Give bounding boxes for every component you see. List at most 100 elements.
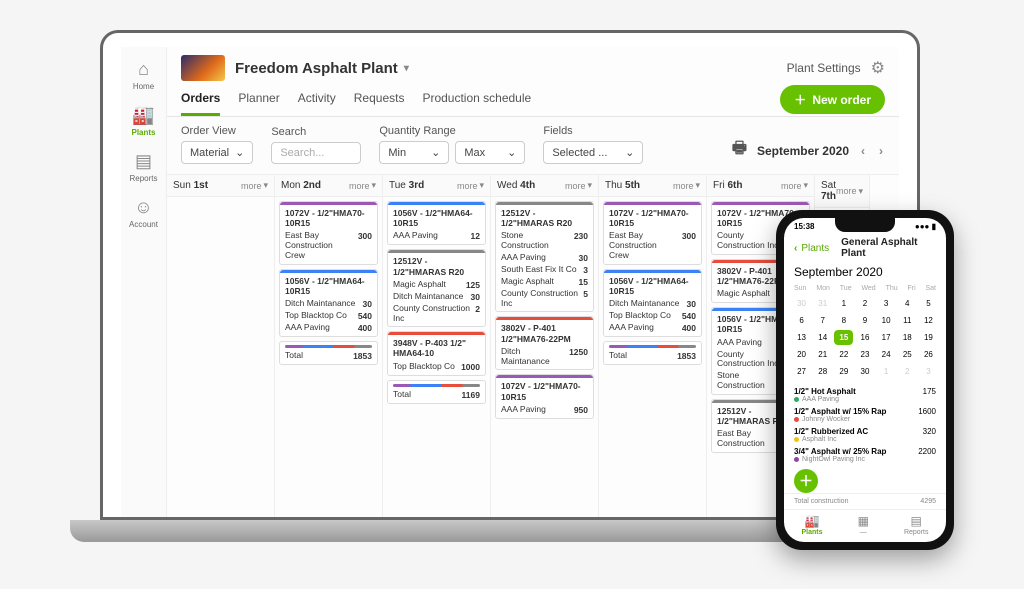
phone-nav-reports[interactable]: ▤Reports <box>904 514 929 536</box>
phone-cal-day[interactable]: 6 <box>792 313 811 328</box>
order-card[interactable]: 1072V - 1/2"HMA70-10R15East Bay Construc… <box>279 201 378 265</box>
day-more[interactable]: more ▾ <box>673 180 700 191</box>
phone-cal-day[interactable]: 18 <box>898 330 917 345</box>
print-icon[interactable]: 🖶 <box>732 137 747 164</box>
tab-orders[interactable]: Orders <box>181 83 220 116</box>
phone-cal-day[interactable]: 7 <box>813 313 832 328</box>
phone-cal-day[interactable]: 8 <box>834 313 853 328</box>
order-card[interactable]: 1056V - 1/2"HMA64-10R15AAA Paving12 <box>387 201 486 245</box>
tab-planner[interactable]: Planner <box>238 83 279 116</box>
phone-nav-middle[interactable]: ▦— <box>858 514 869 536</box>
phone-cal-day[interactable]: 5 <box>919 296 938 311</box>
phone-cal-day[interactable]: 10 <box>877 313 896 328</box>
phone-cal-day[interactable]: 3 <box>919 364 938 379</box>
search-input[interactable]: Search... <box>271 142 361 164</box>
phone-cal-day[interactable]: 13 <box>792 330 811 345</box>
phone-cal-day[interactable]: 24 <box>877 347 896 362</box>
chevron-down-icon: ⌄ <box>235 146 244 159</box>
phone-cal-day[interactable]: 21 <box>813 347 832 362</box>
order-card[interactable]: 1072V - 1/2"HMA70-10R15East Bay Construc… <box>603 201 702 265</box>
qty-min-select[interactable]: Min⌄ <box>379 141 449 164</box>
phone-cal-day[interactable]: 31 <box>813 296 832 311</box>
phone-list-item[interactable]: 1/2" Rubberized AC Asphalt Inc 320 <box>794 427 936 443</box>
order-card[interactable]: 12512V - 1/2"HMARAS R20Stone Constructio… <box>495 201 594 312</box>
phone-cal-day[interactable]: 27 <box>792 364 811 379</box>
chevron-down-icon: ▾ <box>263 180 268 191</box>
order-card[interactable]: 1072V - 1/2"HMA70-10R15AAA Paving950 <box>495 374 594 418</box>
phone-calendar-grid[interactable]: 3031123456789101112131415161718192021222… <box>792 294 938 383</box>
phone-cal-day[interactable]: 22 <box>834 347 853 362</box>
phone-cal-day[interactable]: 11 <box>898 313 917 328</box>
phone-cal-day[interactable]: 20 <box>792 347 811 362</box>
phone-list-item[interactable]: 1/2" Hot Asphalt AAA Paving 175 <box>794 387 936 403</box>
order-card[interactable]: 1056V - 1/2"HMA64-10R15Ditch Maintanance… <box>603 269 702 337</box>
day-more[interactable]: more ▾ <box>349 180 376 191</box>
phone-cal-day[interactable]: 23 <box>855 347 874 362</box>
new-order-button[interactable]: ＋ New order <box>780 85 885 114</box>
phone-add-button[interactable]: ＋ <box>794 469 818 493</box>
day-column: Wed 4th more ▾ 12512V - 1/2"HMARAS R20St… <box>491 175 599 517</box>
phone-cal-day[interactable]: 16 <box>855 330 874 345</box>
phone-cal-day[interactable]: 1 <box>877 364 896 379</box>
fields-select[interactable]: Selected ...⌄ <box>543 141 643 164</box>
phone-cal-day[interactable]: 28 <box>813 364 832 379</box>
tab-production-schedule[interactable]: Production schedule <box>422 83 531 116</box>
phone-list-item[interactable]: 3/4" Asphalt w/ 25% Rap NightOwl Paving … <box>794 447 936 463</box>
tab-activity[interactable]: Activity <box>298 83 336 116</box>
chevron-down-icon: ▾ <box>479 180 484 191</box>
day-more[interactable]: more ▾ <box>836 186 863 197</box>
plant-settings-link[interactable]: Plant Settings <box>787 61 861 75</box>
nav-home[interactable]: ⌂ Home <box>133 59 154 91</box>
prev-month[interactable]: ‹ <box>859 144 867 158</box>
order-card[interactable]: 1056V - 1/2"HMA64-10R15Ditch Maintanance… <box>279 269 378 337</box>
back-chevron-icon[interactable]: ‹ <box>794 243 797 254</box>
phone-cal-day[interactable]: 3 <box>877 296 896 311</box>
qty-max-select[interactable]: Max⌄ <box>455 141 525 164</box>
phone-month: September 2020 <box>784 263 946 283</box>
phone-cal-day[interactable]: 26 <box>919 347 938 362</box>
phone-cal-day[interactable]: 29 <box>834 364 853 379</box>
phone-cal-day[interactable]: 14 <box>813 330 832 345</box>
new-order-label: New order <box>812 93 871 107</box>
day-more[interactable]: more ▾ <box>241 180 268 191</box>
phone-cal-day[interactable]: 15 <box>834 330 853 345</box>
nav-reports[interactable]: ▤ Reports <box>129 151 157 183</box>
next-month[interactable]: › <box>877 144 885 158</box>
day-more[interactable]: more ▾ <box>565 180 592 191</box>
color-dot-icon <box>794 437 799 442</box>
card-title: 3802V - P-401 1/2"HMA76-22PM <box>496 320 593 345</box>
card-title: 1056V - 1/2"HMA64-10R15 <box>388 205 485 230</box>
chevron-down-icon: ▾ <box>803 180 808 191</box>
nav-plants[interactable]: 🏭 Plants <box>131 105 155 137</box>
phone-nav-plants[interactable]: 🏭Plants <box>802 514 823 536</box>
order-view-select[interactable]: Material ⌄ <box>181 141 253 164</box>
phone-cal-day[interactable]: 2 <box>855 296 874 311</box>
day-column: Sun 1st more ▾ <box>167 175 275 517</box>
order-card[interactable]: 3802V - P-401 1/2"HMA76-22PMDitch Mainta… <box>495 316 594 370</box>
phone-cal-day[interactable]: 19 <box>919 330 938 345</box>
phone-back[interactable]: Plants <box>801 243 829 254</box>
phone-order-list: 1/2" Hot Asphalt AAA Paving 175 1/2" Asph… <box>784 383 946 467</box>
phone-cal-day[interactable]: 30 <box>792 296 811 311</box>
phone-cal-day[interactable]: 4 <box>898 296 917 311</box>
phone-cal-day[interactable]: 1 <box>834 296 853 311</box>
day-more[interactable]: more ▾ <box>781 180 808 191</box>
day-more[interactable]: more ▾ <box>457 180 484 191</box>
phone-list-item[interactable]: 1/2" Asphalt w/ 15% Rap Johnny Wocker 16… <box>794 407 936 423</box>
phone-cal-day[interactable]: 2 <box>898 364 917 379</box>
order-card[interactable]: 12512V - 1/2"HMARAS R20Magic Asphalt125D… <box>387 249 486 327</box>
order-card[interactable]: 3948V - P-403 1/2" HMA64-10Top Blacktop … <box>387 331 486 375</box>
nav-label: Reports <box>129 174 157 183</box>
phone-cal-day[interactable]: 12 <box>919 313 938 328</box>
tab-requests[interactable]: Requests <box>354 83 405 116</box>
day-label: Sat 7th <box>821 180 836 202</box>
phone-cal-day[interactable]: 17 <box>877 330 896 345</box>
day-total: Total1853 <box>279 341 378 365</box>
plant-selector[interactable]: Freedom Asphalt Plant ▾ <box>235 60 409 77</box>
order-row: Ditch Maintanance30 <box>604 298 701 310</box>
gear-icon[interactable]: ⚙ <box>871 58 885 78</box>
phone-cal-day[interactable]: 30 <box>855 364 874 379</box>
nav-account[interactable]: ☺ Account <box>129 197 158 229</box>
phone-cal-day[interactable]: 25 <box>898 347 917 362</box>
phone-cal-day[interactable]: 9 <box>855 313 874 328</box>
